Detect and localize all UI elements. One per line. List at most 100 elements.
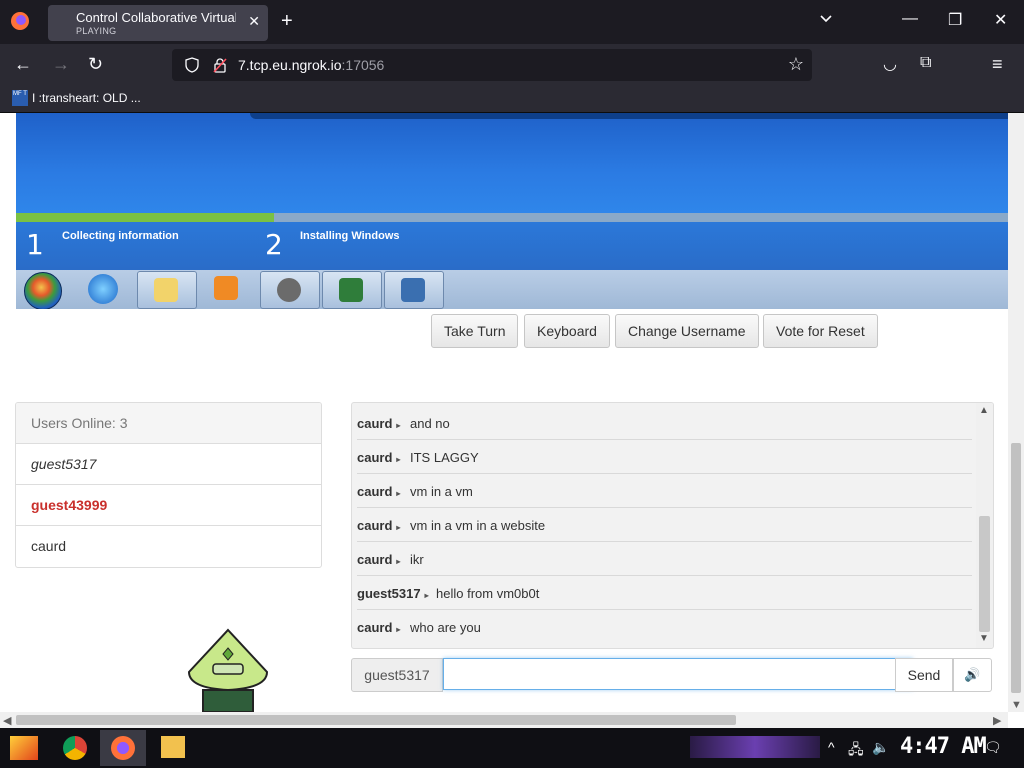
vm-ie-icon[interactable] [88, 274, 118, 304]
file-explorer-icon[interactable] [161, 736, 185, 758]
os-taskbar: ^ 🖧 🔈 4:47 AM 🗨 [0, 728, 1024, 768]
peridot-mascot-icon [187, 628, 269, 712]
vm-setup-window-edge [250, 113, 1008, 119]
page-horizontal-scrollbar[interactable]: ◀ ▶ [0, 712, 1008, 728]
send-button[interactable]: Send [895, 658, 953, 692]
chat-message: caurd ▸ who are you [357, 609, 972, 643]
vote-reset-button[interactable]: Vote for Reset [763, 314, 878, 348]
chat-scrollbar[interactable]: ▲ ▼ [976, 403, 993, 648]
scroll-right-icon[interactable]: ▶ [993, 714, 1001, 727]
bookmarks-bar: MF T I :transheart: OLD ... [0, 86, 1024, 113]
network-icon[interactable]: 🖧 [848, 739, 864, 763]
new-tab-icon[interactable]: + [281, 10, 293, 33]
vm-media-player-icon[interactable] [214, 276, 238, 300]
chat-message: caurd ▸ vm in a vm [357, 473, 972, 508]
notifications-icon[interactable]: 🗨 [984, 739, 1002, 756]
chat-text: vm in a vm [410, 484, 473, 499]
user-list-item[interactable]: guest5317 [16, 444, 321, 485]
speaker-icon: 🔊 [964, 667, 981, 682]
minimize-icon[interactable]: — [902, 10, 918, 28]
sound-toggle-button[interactable]: 🔊 [953, 658, 992, 692]
restore-icon[interactable]: ❐ [948, 10, 962, 30]
monitor-icon [339, 278, 363, 302]
vm-screen[interactable]: 1 Collecting information 2 Installing Wi… [16, 113, 1008, 309]
firefox-taskbar-button[interactable] [100, 730, 146, 766]
vm-desktop [16, 113, 1008, 213]
vm-taskbar [16, 270, 1008, 309]
vm-progress-fill [16, 213, 274, 222]
chat-log[interactable]: caurd ▸ and no caurd ▸ ITS LAGGY caurd ▸ vm… [351, 402, 994, 649]
url-host: 7.tcp.eu.ngrok.io [238, 57, 342, 73]
vm-explorer-task[interactable] [137, 271, 197, 309]
chat-username: caurd ▸ [357, 450, 401, 465]
volume-icon[interactable]: 🔈 [872, 739, 889, 756]
virtualbox-icon [401, 278, 425, 302]
url-port: :17056 [341, 57, 385, 73]
chat-text: who are you [410, 620, 481, 635]
scroll-down-icon[interactable]: ▼ [979, 633, 989, 644]
change-username-button[interactable]: Change Username [615, 314, 759, 348]
bookmark-item[interactable]: I :transheart: OLD ... [32, 91, 141, 105]
chat-message: caurd ▸ vm in a vm in a website [357, 507, 972, 542]
firefox-icon[interactable] [10, 11, 30, 31]
user-list-item[interactable]: caurd [16, 526, 321, 566]
chat-username: guest5317 ▸ [357, 586, 429, 601]
vm-raccoon-task[interactable] [260, 271, 320, 309]
step-label: Installing Windows [300, 230, 400, 242]
scroll-down-icon[interactable]: ▼ [1011, 699, 1022, 711]
chat-message: caurd ▸ ikr [357, 541, 972, 576]
chat-text: ITS LAGGY [410, 450, 479, 465]
chevron-down-icon[interactable] [818, 11, 834, 27]
chat-scroll-thumb[interactable] [979, 516, 990, 632]
browser-tab-bar: Control Collaborative Virtual PLAYING ✕ … [0, 0, 1024, 44]
page-horizontal-thumb[interactable] [16, 715, 736, 725]
tab-audio-icon [56, 15, 68, 27]
url-text[interactable]: 7.tcp.eu.ngrok.io:17056 [238, 57, 384, 73]
shield-icon[interactable] [184, 57, 200, 73]
tray-chevron-icon[interactable]: ^ [828, 739, 835, 755]
scroll-up-icon[interactable]: ▲ [979, 405, 989, 416]
users-online-header: Users Online: 3 [16, 403, 321, 444]
tab-close-icon[interactable]: ✕ [248, 13, 260, 30]
vm-monitor-task[interactable] [322, 271, 382, 309]
extensions-icon[interactable]: ⧉ [920, 54, 931, 72]
forward-icon[interactable]: → [52, 54, 70, 75]
chat-username-label: guest5317 [351, 658, 443, 692]
firefox-taskbar-icon [111, 736, 135, 760]
page-vertical-scrollbar[interactable]: ▼ [1008, 113, 1024, 712]
taskbar-decoration [690, 736, 820, 758]
window-close-icon[interactable]: ✕ [994, 10, 1007, 30]
pocket-icon[interactable]: ◡ [883, 54, 897, 74]
reload-icon[interactable]: ↻ [88, 54, 103, 75]
start-icon[interactable] [10, 736, 38, 760]
chat-username: caurd ▸ [357, 518, 401, 533]
chat-username: caurd ▸ [357, 552, 401, 567]
chat-input[interactable] [443, 658, 913, 690]
take-turn-button[interactable]: Take Turn [431, 314, 519, 348]
scroll-left-icon[interactable]: ◀ [3, 714, 11, 727]
page-vertical-thumb[interactable] [1011, 443, 1021, 693]
step-number: 1 [26, 228, 44, 261]
chat-text: ikr [410, 552, 424, 567]
keyboard-button[interactable]: Keyboard [524, 314, 610, 348]
step-number: 2 [265, 228, 283, 261]
system-clock[interactable]: 4:47 AM [900, 734, 987, 759]
url-bar[interactable]: 7.tcp.eu.ngrok.io:17056 ☆ [172, 49, 812, 81]
active-tab[interactable]: Control Collaborative Virtual PLAYING ✕ [48, 5, 268, 41]
tab-title: Control Collaborative Virtual [76, 10, 236, 25]
chat-username: caurd ▸ [357, 416, 401, 431]
menu-icon[interactable]: ≡ [992, 54, 1003, 75]
user-list-item-self[interactable]: guest43999 [16, 485, 321, 526]
folder-icon [154, 278, 178, 302]
chat-message: caurd ▸ and no [357, 405, 972, 440]
users-online-panel: Users Online: 3 guest5317 guest43999 cau… [15, 402, 322, 568]
vm-start-orb-icon[interactable] [24, 272, 62, 309]
vm-setup-steps: 1 Collecting information 2 Installing Wi… [16, 222, 1008, 270]
insecure-lock-icon[interactable] [212, 57, 228, 73]
vm-virtualbox-task[interactable] [384, 271, 444, 309]
back-icon[interactable]: ← [14, 54, 32, 75]
raccoon-icon [277, 278, 301, 302]
chat-input-group: guest5317 Send 🔊 [351, 658, 992, 692]
bookmark-star-icon[interactable]: ☆ [788, 54, 804, 75]
chrome-icon[interactable] [63, 736, 87, 760]
